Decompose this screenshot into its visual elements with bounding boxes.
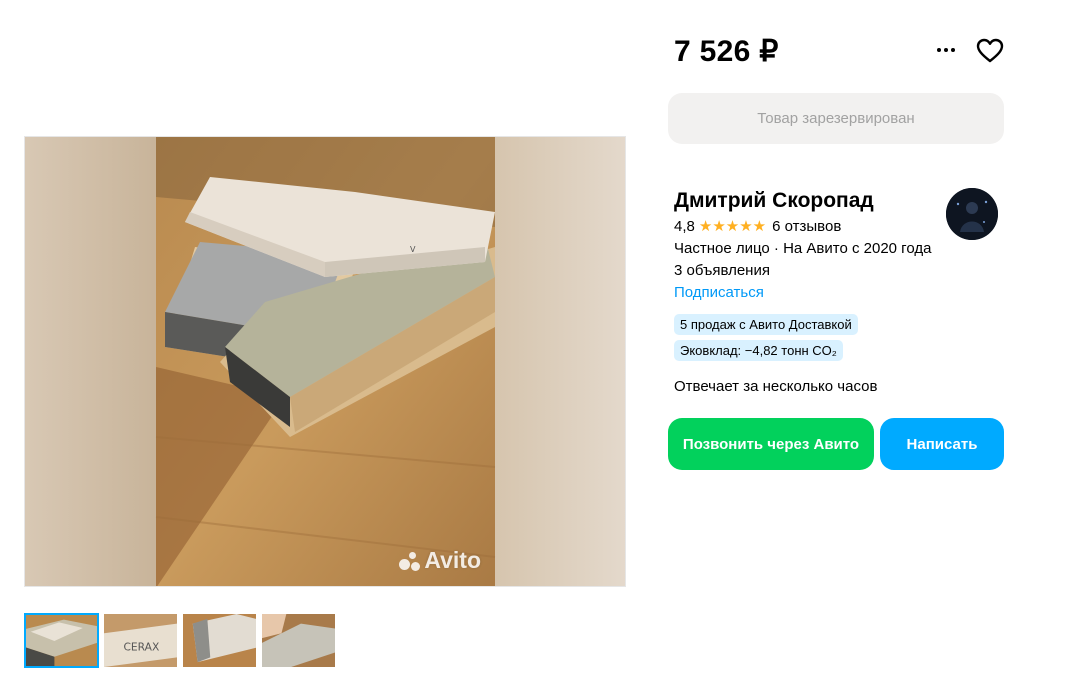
seller-rating: 4,8 ★ ★ ★ ★ ★ 6 отзывов xyxy=(674,218,841,235)
thumbnail-strip: CERAX xyxy=(24,613,336,668)
product-photo-sharpening-stones: V xyxy=(25,137,625,586)
star-icon: ★ xyxy=(712,218,726,235)
subscribe-link[interactable]: Подписаться xyxy=(674,284,764,301)
svg-text:V: V xyxy=(410,245,416,254)
listing-page: V Avito CERAX 7 526 ₽ Товар зарезервиров… xyxy=(0,0,1075,687)
rating-stars: ★ ★ ★ ★ ★ xyxy=(699,219,766,234)
thumbnail-4-image xyxy=(262,614,335,667)
reviews-link[interactable]: 6 отзывов xyxy=(772,218,841,235)
more-dots-icon[interactable] xyxy=(932,38,960,62)
thumbnail-4[interactable] xyxy=(261,613,336,668)
response-time: Отвечает за несколько часов xyxy=(674,378,878,395)
avatar-image xyxy=(946,188,998,240)
call-button[interactable]: Позвонить через Авито xyxy=(668,418,874,470)
price: 7 526 ₽ xyxy=(674,35,779,68)
reserved-status-button: Товар зарезервирован xyxy=(668,93,1004,144)
rating-value: 4,8 xyxy=(674,218,695,235)
star-icon: ★ xyxy=(725,218,740,235)
star-icon: ★ xyxy=(752,218,767,235)
thumbnail-3-image xyxy=(183,614,256,667)
thumbnail-2-image: CERAX xyxy=(104,614,177,667)
avito-watermark: Avito xyxy=(399,547,481,574)
watermark-text: Avito xyxy=(424,547,481,573)
eco-contribution-badge[interactable]: Эковклад: −4,82 тонн CO₂ xyxy=(674,340,843,361)
thumbnail-3[interactable] xyxy=(182,613,257,668)
star-icon: ★ xyxy=(698,218,713,235)
thumbnail-1-image xyxy=(26,615,97,666)
thumbnail-2[interactable]: CERAX xyxy=(103,613,178,668)
main-photo[interactable]: V Avito xyxy=(24,136,626,587)
star-icon: ★ xyxy=(739,218,753,235)
heart-icon[interactable] xyxy=(975,37,1005,65)
delivery-sales-badge[interactable]: 5 продаж с Авито Доставкой xyxy=(674,314,858,335)
avito-logo-icon xyxy=(399,550,421,572)
seller-type-since: Частное лицо · На Авито с 2020 года xyxy=(674,240,932,257)
seller-ads-count[interactable]: 3 объявления xyxy=(674,262,770,279)
seller-avatar[interactable] xyxy=(946,188,998,240)
seller-name[interactable]: Дмитрий Скоропад xyxy=(674,189,874,213)
thumbnail-2-label: CERAX xyxy=(123,641,159,654)
write-message-button[interactable]: Написать xyxy=(880,418,1004,470)
thumbnail-1[interactable] xyxy=(24,613,99,668)
